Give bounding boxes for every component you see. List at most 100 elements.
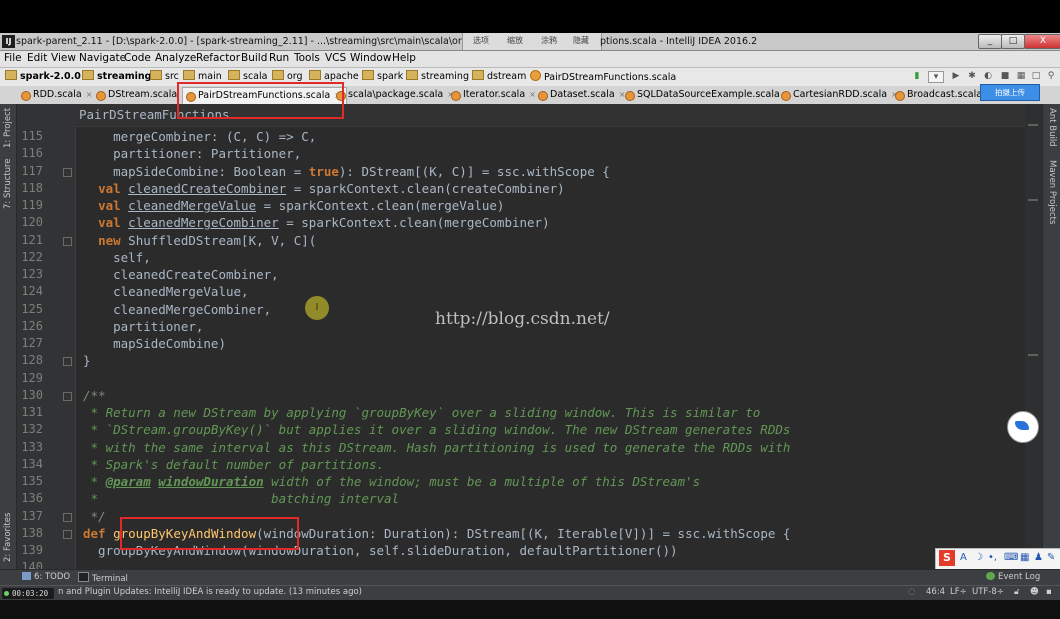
scala-file-icon [21, 91, 31, 101]
debug-icon[interactable]: ✱ [967, 71, 977, 81]
line-number: 134 [21, 457, 43, 471]
ime-toolbar[interactable]: S A ☽ •, ⌨ ▦ ♟ ✎ [935, 548, 1060, 570]
tab-rdd[interactable]: RDD.scala × [18, 87, 92, 103]
code-line-124: cleanedMergeValue, [83, 284, 249, 299]
error-stripe[interactable] [1025, 104, 1042, 569]
recorder-option-3[interactable]: 涂鸦 [541, 35, 557, 46]
maximize-button[interactable]: □ [1001, 34, 1025, 49]
menu-tools[interactable]: Tools [294, 52, 320, 64]
ime-punct-icon[interactable]: •, [988, 552, 997, 563]
line-separator[interactable]: LF÷ [950, 587, 967, 597]
crumb-src[interactable]: src [150, 70, 179, 82]
status-message[interactable]: n and Plugin Updates: IntelliJ IDEA is r… [58, 587, 362, 597]
tab-cartesianrdd[interactable]: CartesianRDD.scala× [778, 87, 898, 103]
tool-maven-projects[interactable]: Maven Projects [1047, 160, 1057, 224]
inspector-icon[interactable]: ☻ [1030, 587, 1039, 597]
ime-skin-icon[interactable]: ▦ [1020, 552, 1029, 563]
tool-terminal[interactable]: Terminal [78, 572, 128, 584]
crumb-dstream[interactable]: dstream [472, 70, 526, 82]
line-number: 131 [21, 405, 43, 419]
crumb-scala[interactable]: scala [228, 70, 267, 82]
run-config-dropdown[interactable]: ▾ [928, 71, 944, 83]
crumb-org[interactable]: org [272, 70, 303, 82]
crumb-main[interactable]: main [183, 70, 222, 82]
stripe-mark[interactable] [1028, 199, 1038, 201]
project-structure-icon[interactable]: ▦ [1016, 71, 1026, 81]
tab-iterator[interactable]: Iterator.scala × [448, 87, 536, 103]
line-number: 119 [21, 198, 43, 212]
close-button[interactable]: X [1024, 34, 1060, 49]
menu-analyze[interactable]: Analyze [155, 52, 196, 64]
tab-dstream[interactable]: DStream.scala× [93, 87, 188, 103]
window-title: spark-parent_2.11 - [D:\spark-2.0.0] - [… [16, 36, 466, 47]
tool-structure[interactable]: 7: Structure [3, 158, 13, 209]
recorder-float-toolbar[interactable]: 选项 缩放 涂鸦 隐藏 [462, 33, 602, 50]
wrench-icon[interactable]: ✎ [1047, 552, 1055, 563]
crumb-project[interactable]: spark-2.0.0 [5, 70, 81, 82]
menu-code[interactable]: Code [124, 52, 151, 64]
line-number: 132 [21, 422, 43, 436]
build-icon[interactable]: ▮ [912, 71, 922, 81]
stop-icon[interactable]: ■ [1000, 71, 1010, 81]
fold-icon[interactable] [63, 530, 72, 539]
sdk-icon[interactable]: □ [1031, 71, 1041, 81]
recorder-option-4[interactable]: 隐藏 [573, 35, 589, 46]
floating-assistant-icon[interactable] [1007, 411, 1039, 443]
recorder-option-2[interactable]: 缩放 [507, 35, 523, 46]
code-line-137: */ [83, 509, 106, 524]
ime-user-icon[interactable]: ♟ [1034, 552, 1043, 563]
memory-icon[interactable]: ▪ [1046, 587, 1052, 597]
lock-icon[interactable]: 🔓︎ [1014, 587, 1020, 597]
fold-icon[interactable] [63, 392, 72, 401]
crumb-spark[interactable]: spark [362, 70, 403, 82]
coverage-icon[interactable]: ◐ [983, 71, 993, 81]
line-number: 125 [21, 302, 43, 316]
keyboard-icon[interactable]: ⌨ [1004, 552, 1018, 563]
search-icon[interactable]: ⚲ [1046, 71, 1056, 81]
tab-package[interactable]: scala\package.scala× [333, 87, 454, 103]
crumb-streaming-pkg[interactable]: streaming [406, 70, 469, 82]
stripe-mark[interactable] [1028, 124, 1038, 126]
menu-refactor[interactable]: Refactor [196, 52, 240, 64]
tab-dataset[interactable]: Dataset.scala × [535, 87, 625, 103]
ime-lang-icon[interactable]: A [960, 552, 967, 563]
tool-ant-build[interactable]: Ant Build [1047, 108, 1057, 147]
crumb-file[interactable]: PairDStreamFunctions.scala [530, 70, 676, 83]
sogou-icon[interactable]: S [939, 550, 955, 566]
menu-window[interactable]: Window [350, 52, 391, 64]
recorder-option-1[interactable]: 选项 [473, 35, 489, 46]
caret-position[interactable]: 46:4 [926, 587, 945, 597]
menu-run[interactable]: Run [269, 52, 289, 64]
menu-build[interactable]: Build [241, 52, 267, 64]
code-line-136: * batching interval [83, 491, 400, 506]
fold-icon[interactable] [63, 513, 72, 522]
tab-sqldatasourceexample[interactable]: SQLDataSourceExample.scala× [622, 87, 791, 103]
close-icon[interactable]: × [86, 90, 93, 99]
code-editor[interactable]: 115 116 117 118 119 120 121 122 123 124 … [17, 104, 1042, 569]
minimize-button[interactable]: _ [978, 34, 1002, 49]
fold-icon[interactable] [63, 357, 72, 366]
scala-file-icon [895, 91, 905, 101]
ime-moon-icon[interactable]: ☽ [974, 552, 983, 563]
menu-help[interactable]: Help [392, 52, 416, 64]
tool-favorites[interactable]: 2: Favorites [3, 513, 13, 562]
crumb-apache[interactable]: apache [309, 70, 359, 82]
menu-vcs[interactable]: VCS [325, 52, 346, 64]
stripe-mark[interactable] [1028, 354, 1038, 356]
tool-project[interactable]: 1: Project [3, 108, 13, 148]
tab-broadcast[interactable]: Broadcast.scala× [892, 87, 993, 103]
crumb-streaming[interactable]: streaming [82, 70, 151, 82]
file-encoding[interactable]: UTF-8÷ [972, 587, 1004, 597]
code-line-118: val cleanedCreateCombiner = sparkContext… [98, 181, 565, 196]
upload-button[interactable]: 拍摄上传 [980, 84, 1040, 101]
menu-view[interactable]: View [51, 52, 76, 64]
run-icon[interactable]: ▶ [951, 71, 961, 81]
tool-event-log[interactable]: Event Log [986, 572, 1040, 582]
menu-navigate[interactable]: Navigate [79, 52, 126, 64]
tool-todo[interactable]: 6: TODO [22, 572, 70, 582]
fold-icon[interactable] [63, 237, 72, 246]
folder-icon [228, 70, 240, 80]
menu-file[interactable]: File [4, 52, 22, 64]
fold-icon[interactable] [63, 168, 72, 177]
menu-edit[interactable]: Edit [27, 52, 47, 64]
